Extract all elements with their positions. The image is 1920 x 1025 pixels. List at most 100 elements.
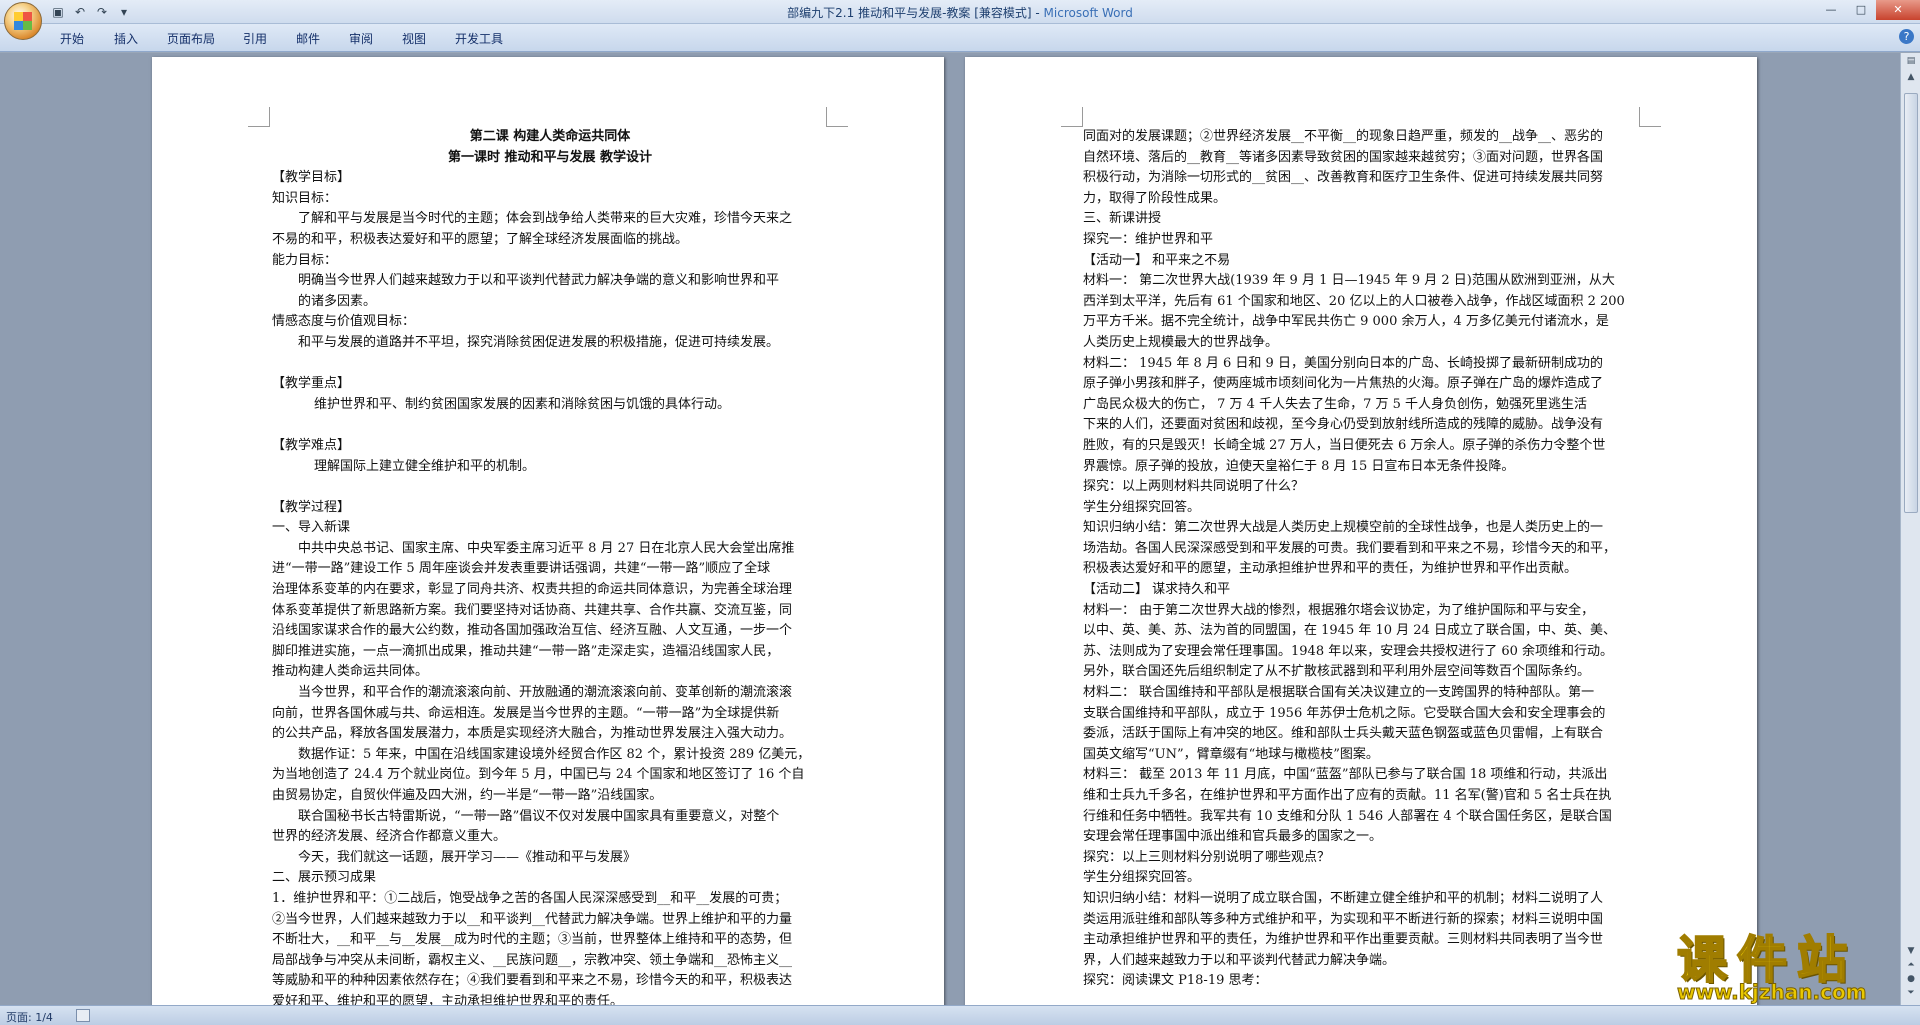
text-line: 推动构建人类命运共同体。 (272, 664, 429, 680)
text-line: 材料一： 由于第二次世界大战的惨烈，根据雅尔塔会议协定，为了维护国际和平与安全， (1083, 602, 1595, 618)
page-1: 第二课 构建人类命运共同体 第一课时 推动和平与发展 教学设计 【教学目标】 知识… (152, 57, 944, 1005)
text-line: 积极表达爱好和平的愿望，主动承担维护世界和平的责任，为维护世界和平作出贡献。 (1083, 561, 1578, 577)
text-line: 一、导入新课 (272, 520, 351, 536)
scroll-up-icon[interactable]: ▲ (1904, 71, 1918, 83)
text-line: 材料二： 1945 年 8 月 6 日和 9 日，美国分别向日本的广岛、长崎投掷… (1083, 355, 1603, 371)
text-line: 知识归纳小结：材料一说明了成立联合国，不断建立健全维护和平的机制；材料二说明了人 (1083, 890, 1604, 906)
proofing-icon[interactable] (76, 1009, 90, 1022)
text-line: 【教学重点】 (272, 376, 351, 392)
text-line: 进“一带一路”建设工作 5 周年座谈会并发表重要讲话强调，共建“一带一路”顺应了… (272, 561, 771, 577)
text-line: 探究：以上两则材料共同说明了什么？ (1083, 479, 1305, 495)
text-line: 国英文缩写“UN”，臂章缀有“地球与橄榄枝”图案。 (1083, 746, 1379, 762)
text-line: 自然环境、落后的__教育__等诸多因素导致贫困的国家越来越贫穷；③面对问题，世界… (1083, 149, 1604, 165)
text-line: 积极行动，为消除一切形式的__贫困__、改善教育和医疗卫生条件、促进可持续发展共… (1083, 170, 1604, 186)
text-line: 三、新课讲授 (1083, 211, 1162, 227)
tab-developer[interactable]: 开发工具 (455, 30, 503, 47)
vertical-scrollbar[interactable]: ▤ ▲ ▼ ⏶ ● ⏷ (1900, 53, 1920, 1005)
text-line: 界，人们越来越致力于以和平谈判代替武力解决争端。 (1083, 952, 1396, 968)
text-line: 的诸多因素。 (298, 293, 377, 309)
ribbon-tabs: 开始 插入 页面布局 引用 邮件 审阅 视图 开发工具 ? (0, 24, 1920, 52)
text-line: 学生分组探究回答。 (1083, 870, 1201, 886)
page-count[interactable]: 页面: 1/4 (6, 1009, 53, 1025)
text-line: 主动承担维护世界和平的责任，为维护世界和平作出重要贡献。三则材料共同表明了当今世 (1083, 932, 1604, 948)
scroll-thumb[interactable] (1904, 93, 1918, 513)
page-1-text[interactable]: 第二课 构建人类命运共同体 第一课时 推动和平与发展 教学设计 【教学目标】 知识… (272, 127, 828, 1005)
text-line: 以中、英、美、苏、法为首的同盟国，在 1945 年 10 月 24 日成立了联合… (1083, 623, 1616, 639)
text-line: 中共中央总书记、国家主席、中央军委主席习近平 8 月 27 日在北京人民大会堂出… (298, 540, 795, 556)
help-icon[interactable]: ? (1899, 29, 1914, 44)
tab-page-layout[interactable]: 页面布局 (167, 30, 215, 47)
browse-object-icon[interactable]: ● (1904, 973, 1918, 985)
text-line: 体系变革提供了新思路新方案。我们要坚持对话协商、共建共享、合作共赢、交流互鉴，同 (272, 602, 793, 618)
previous-page-icon[interactable]: ⏶ (1904, 959, 1918, 971)
tab-references[interactable]: 引用 (243, 30, 267, 47)
text-line: 行维和任务中牺牲。我军共有 10 支维和分队 1 546 人部署在 4 个联合国… (1083, 808, 1612, 824)
margin-corner-mark (826, 107, 848, 127)
text-line: 情感态度与价值观目标： (272, 314, 416, 330)
text-line: 今天，我们就这一话题，展开学习——《推动和平与发展》 (298, 849, 637, 865)
text-line: 支联合国维持和平部队，成立于 1956 年苏伊士危机之际。它受联合国大会和安全理… (1083, 705, 1606, 721)
text-line: 委派，活跃于国际上有冲突的地区。维和部队士兵头戴天蓝色钢盔或蓝色贝雷帽，上有联合 (1083, 726, 1604, 742)
text-line: 明确当今世界人们越来越致力于以和平谈判代替武力解决争端的意义和影响世界和平 (298, 273, 780, 289)
office-button[interactable] (4, 2, 42, 40)
text-line: 【教学难点】 (272, 437, 351, 453)
app-name: Microsoft Word (1043, 6, 1133, 20)
maximize-icon[interactable]: □ (1846, 0, 1876, 20)
text-line: 【活动一】 和平来之不易 (1083, 252, 1231, 268)
tab-view[interactable]: 视图 (402, 30, 426, 47)
text-line: 的公共产品，释放各国发展潜力，本质是实现经济大融合，为推动世界发展注入强大动力。 (272, 726, 793, 742)
text-line: 沿线国家谋求合作的最大公约数，推动各国加强政治互信、经济互融、人文互通，一步一个 (272, 623, 793, 639)
text-line: 胜败，有的只是毁灭！长崎全城 27 万人，当日便死去 6 万余人。原子弹的杀伤力… (1083, 437, 1606, 453)
next-page-icon[interactable]: ⏷ (1904, 987, 1918, 999)
tab-review[interactable]: 审阅 (349, 30, 373, 47)
text-line: 等威胁和平的种种因素依然存在；④我们要看到和平来之不易，珍惜今天的和平，积极表达 (272, 973, 793, 989)
page-2: 同面对的发展课题；②世界经济发展__不平衡__的现象日趋严重，频发的__战争__… (965, 57, 1757, 1005)
text-line: 维和士兵九千多名，在维护世界和平方面作出了应有的贡献。11 名军(警)官和 5 … (1083, 788, 1612, 803)
text-line: 材料一： 第二次世界大战(1939 年 9 月 1 日—1945 年 9 月 2… (1083, 273, 1615, 289)
ruler-toggle-icon[interactable]: ▤ (1904, 55, 1918, 67)
watermark-url: www.kjzhan.com (1677, 980, 1868, 1005)
text-line: 另外，联合国还先后组织制定了从不扩散核武器到和平利用外层空间等数百个国际条约。 (1083, 664, 1591, 680)
text-line: 万平方千米。据不完全统计，战争中军民共伤亡 9 000 余万人，4 万多亿美元付… (1083, 314, 1609, 330)
lesson-title: 第二课 构建人类命运共同体 (469, 129, 631, 144)
text-line: 【活动二】 谋求持久和平 (1083, 582, 1231, 598)
text-line: 下来的人们，还要面对贫困和歧视，至今身心仍受到放射线所造成的残障的威胁。战争没有 (1083, 417, 1604, 433)
text-line: 人类历史上规模最大的世界战争。 (1083, 334, 1279, 350)
margin-corner-mark (1061, 107, 1083, 127)
tab-home[interactable]: 开始 (60, 30, 84, 47)
status-bar: 页面: 1/4 (0, 1005, 1920, 1025)
text-line: 探究：阅读课文 P18-19 思考： (1083, 973, 1268, 989)
minimize-icon[interactable]: — (1816, 0, 1846, 20)
text-line: 和平与发展的道路并不平坦，探究消除贫困促进发展的积极措施，促进可持续发展。 (298, 334, 780, 350)
window-controls: — □ ✕ (1816, 0, 1920, 20)
page-2-text[interactable]: 同面对的发展课题；②世界经济发展__不平衡__的现象日趋严重，频发的__战争__… (1083, 127, 1653, 992)
text-line: 世界的经济发展、经济合作都意义重大。 (272, 829, 507, 845)
scroll-down-icon[interactable]: ▼ (1904, 945, 1918, 957)
text-line: 当今世界，和平合作的潮流滚滚向前、开放融通的潮流滚滚向前、变革创新的潮流滚滚 (298, 685, 793, 701)
text-line: 探究一：维护世界和平 (1083, 231, 1214, 247)
text-line: 【教学目标】 (272, 170, 351, 186)
text-line (272, 415, 828, 436)
text-line: 材料二： 联合国维持和平部队是根据联合国有关决议建立的一支跨国界的特种部队。第一 (1083, 685, 1595, 701)
tab-insert[interactable]: 插入 (114, 30, 138, 47)
title-bar: ▣ ↶ ↷ ▾ 部编九下2.1 推动和平与发展-教案 [兼容模式] - Micr… (0, 0, 1920, 24)
text-line: 联合国秘书长古特雷斯说，“一带一路”倡议不仅对发展中国家具有重要意义，对整个 (298, 808, 780, 824)
margin-corner-mark (1639, 107, 1661, 127)
lesson-subtitle: 第一课时 推动和平与发展 教学设计 (447, 149, 653, 165)
text-line: 西洋到太平洋，先后有 61 个国家和地区、20 亿以上的人口被卷入战争，作战区域… (1083, 293, 1625, 309)
text-line: 能力目标： (272, 252, 338, 268)
tab-mailings[interactable]: 邮件 (296, 30, 320, 47)
text-line: 1．维护世界和平：①二战后，饱受战争之苦的各国人民深深感受到__和平__发展的可… (272, 890, 788, 906)
text-line: 学生分组探究回答。 (1083, 499, 1201, 515)
text-line: 向前，世界各国休戚与共、命运相连。发展是当今世界的主题。“一带一路”为全球提供新 (272, 705, 780, 721)
text-line: 由贸易协定，自贸伙伴遍及四大洲，约一半是“一带一路”沿线国家。 (272, 788, 663, 803)
text-line: 类运用派驻维和部队等多种方式维护和平，为实现和平不断进行新的探索；材料三说明中国 (1083, 911, 1604, 927)
text-line: 场浩劫。各国人民深深感受到和平发展的可贵。我们要看到和平来之不易，珍惜今天的和平… (1083, 540, 1617, 556)
text-line: 数据作证：5 年来，中国在沿线国家建设境外经贸合作区 82 个，累计投资 289… (298, 746, 811, 762)
text-line: 探究：以上三则材料分别说明了哪些观点？ (1083, 849, 1331, 865)
close-icon[interactable]: ✕ (1876, 0, 1920, 20)
text-line: 爱好和平、维护和平的愿望，主动承担维护世界和平的责任。 (272, 993, 624, 1005)
text-line: 为当地创造了 24.4 万个就业岗位。到今年 5 月，中国已与 24 个国家和地… (272, 767, 805, 783)
text-line: 了解和平与发展是当今时代的主题；体会到战争给人类带来的巨大灾难，珍惜今天来之 (298, 211, 793, 227)
text-line: 同面对的发展课题；②世界经济发展__不平衡__的现象日趋严重，频发的__战争__… (1083, 129, 1604, 144)
